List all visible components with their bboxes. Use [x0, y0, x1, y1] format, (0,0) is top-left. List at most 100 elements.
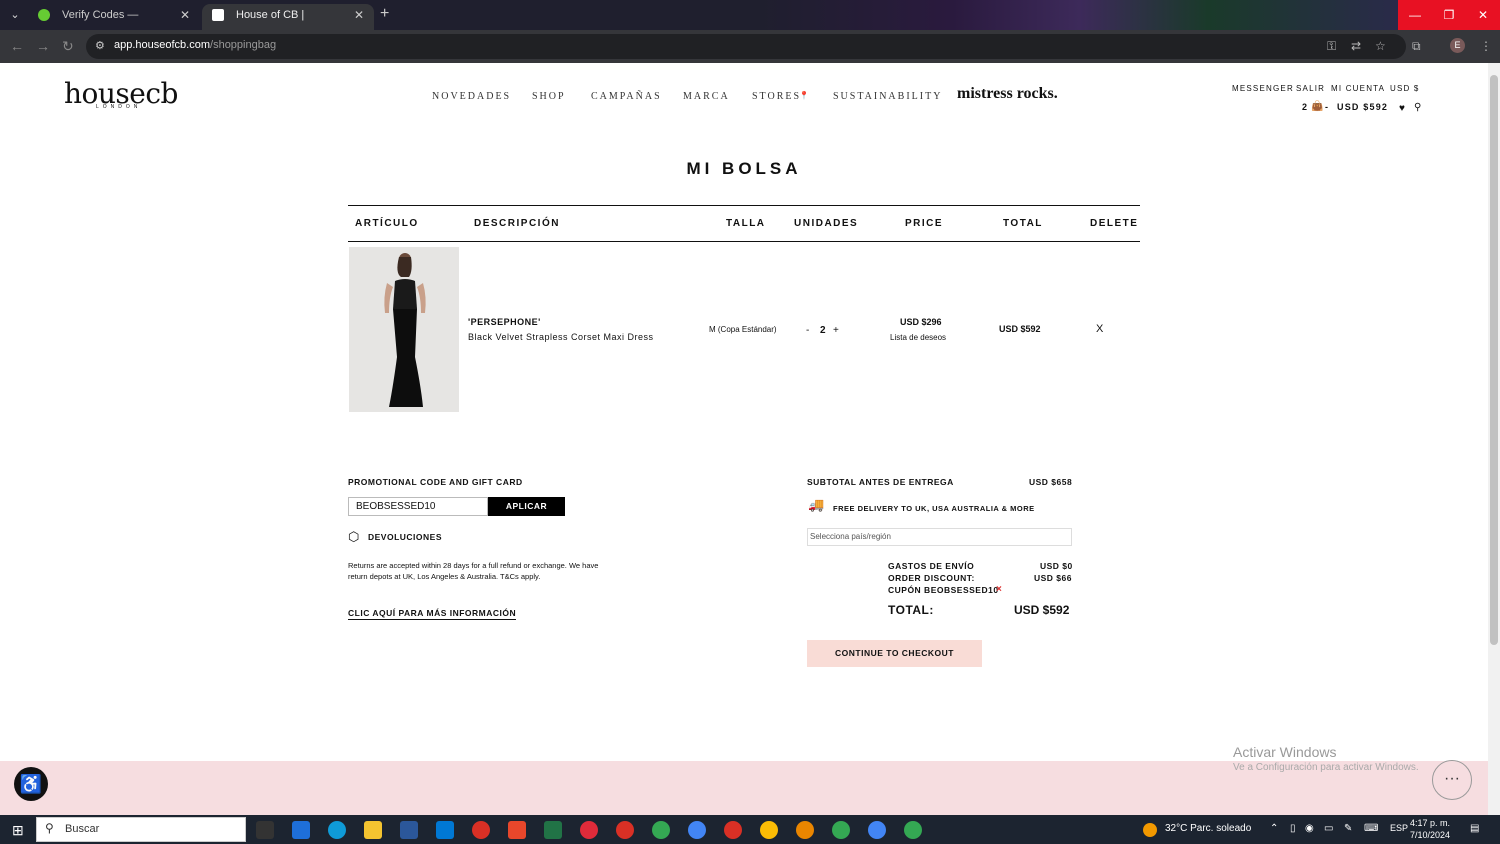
address-bar[interactable]: ⚙ app.houseofcb.com/shoppingbag [86, 34, 1406, 59]
cart-total[interactable]: USD $592 [1337, 102, 1388, 112]
chrome-icon[interactable] [472, 821, 490, 839]
returns-text: Returns are accepted within 28 days for … [348, 561, 599, 581]
header-article: ARTÍCULO [355, 218, 419, 229]
nav-shop[interactable]: SHOP [532, 91, 566, 102]
extensions-icon[interactable]: ⧉ [1412, 39, 1421, 54]
discount-label: ORDER DISCOUNT: [888, 573, 975, 583]
tray-display-icon[interactable]: ▭ [1324, 823, 1333, 834]
nav-stores[interactable]: STORES [752, 91, 801, 102]
link-messenger[interactable]: MESSENGER [1232, 84, 1294, 93]
apply-promo-button[interactable]: APLICAR [488, 497, 565, 516]
product-description: Black Velvet Strapless Corset Maxi Dress [468, 332, 654, 342]
header-total: TOTAL [1003, 218, 1043, 229]
wps-icon[interactable] [508, 821, 526, 839]
checkout-button[interactable]: CONTINUE TO CHECKOUT [807, 640, 982, 667]
scrollbar-thumb[interactable] [1490, 75, 1498, 645]
back-icon[interactable]: ← [10, 38, 24, 54]
link-mi-cuenta[interactable]: MI CUENTA [1331, 84, 1385, 93]
opera-icon[interactable] [580, 821, 598, 839]
chrome-profile-icon[interactable] [760, 821, 778, 839]
tray-device-icon[interactable]: ▯ [1290, 823, 1296, 834]
currency-selector[interactable]: USD $ [1390, 84, 1420, 93]
word-icon[interactable] [400, 821, 418, 839]
close-tab-icon[interactable]: ✕ [180, 4, 190, 26]
nav-mistress-rocks[interactable]: mistress rocks. [957, 85, 1058, 103]
minimize-icon[interactable]: — [1398, 0, 1432, 30]
close-window-icon[interactable]: ✕ [1466, 0, 1500, 30]
clock[interactable]: 4:17 p. m. 7/10/2024 [1410, 817, 1450, 841]
box-icon: ⬡ [348, 529, 360, 544]
password-key-icon[interactable]: ⚿ [1327, 39, 1336, 54]
header-description: DESCRIPCIÓN [474, 218, 560, 229]
weather-icon[interactable] [1143, 823, 1157, 837]
mail-icon[interactable] [436, 821, 454, 839]
chrome-profile-icon[interactable] [616, 821, 634, 839]
tab-bar-background [760, 0, 1400, 30]
cart-count[interactable]: 2 [1302, 102, 1308, 112]
product-name[interactable]: 'PERSEPHONE' [468, 317, 541, 327]
tab-search-icon[interactable]: ⌄ [6, 6, 24, 24]
heart-icon[interactable]: ♥ [1399, 103, 1405, 114]
close-tab-icon[interactable]: ✕ [354, 4, 364, 26]
remove-coupon-button[interactable]: × [996, 584, 1002, 595]
store-icon[interactable] [292, 821, 310, 839]
page-scrollbar[interactable] [1488, 63, 1500, 815]
chrome-profile-icon[interactable] [796, 821, 814, 839]
cart-bag-icon[interactable]: 👜 [1311, 101, 1323, 112]
promo-label: PROMOTIONAL CODE AND GIFT CARD [348, 477, 523, 487]
chrome-profile-icon[interactable] [868, 821, 886, 839]
accessibility-icon[interactable]: ♿ [14, 767, 48, 801]
tray-pen-icon[interactable]: ✎ [1344, 823, 1352, 834]
excel-icon[interactable] [544, 821, 562, 839]
language-indicator[interactable]: ESP [1390, 823, 1408, 833]
product-total: USD $592 [999, 324, 1041, 334]
taskbar-search[interactable]: ⚲ Buscar [36, 817, 246, 842]
profile-avatar[interactable]: E [1450, 38, 1465, 53]
more-info-link[interactable]: CLIC AQUÍ PARA MÁS INFORMACIÓN [348, 608, 517, 620]
delete-item-button[interactable]: X [1096, 323, 1103, 335]
tray-chevron-icon[interactable]: ⌃ [1270, 823, 1278, 834]
wishlist-link[interactable]: Lista de deseos [890, 333, 946, 342]
reload-icon[interactable]: ↻ [62, 38, 74, 55]
chrome-profile-icon[interactable] [904, 821, 922, 839]
edge-icon[interactable] [328, 821, 346, 839]
chrome-profile-icon[interactable] [688, 821, 706, 839]
bookmark-star-icon[interactable]: ☆ [1375, 39, 1386, 53]
browser-toolbar: ← → ↻ ⚙ app.houseofcb.com/shoppingbag ⚿ … [0, 30, 1500, 63]
simplycodes-favicon-icon [38, 9, 50, 21]
forward-icon[interactable]: → [36, 38, 50, 54]
promo-code-input[interactable] [348, 497, 488, 516]
tray-network-icon[interactable]: ◉ [1305, 823, 1314, 834]
product-image[interactable] [349, 247, 459, 412]
link-salir[interactable]: SALIR [1296, 84, 1325, 93]
chrome-profile-icon[interactable] [832, 821, 850, 839]
nav-novedades[interactable]: NOVEDADES [432, 91, 511, 102]
nav-sustainability[interactable]: SUSTAINABILITY [833, 91, 942, 102]
tray-keyboard-icon[interactable]: ⌨ [1364, 823, 1378, 834]
chrome-profile-icon[interactable] [652, 821, 670, 839]
country-select[interactable]: Selecciona país/región [807, 528, 1072, 546]
activate-windows-subtext: Ve a Configuración para activar Windows. [1233, 762, 1419, 773]
file-explorer-icon[interactable] [364, 821, 382, 839]
translate-icon[interactable]: ⇄ [1351, 39, 1361, 53]
qty-increase-button[interactable]: + [833, 325, 839, 336]
weather-text[interactable]: 32°C Parc. soleado [1165, 823, 1251, 834]
restore-icon[interactable]: ❐ [1432, 0, 1466, 30]
site-info-icon[interactable]: ⚙ [95, 39, 105, 52]
windows-start-icon[interactable]: ⊞ [12, 822, 24, 839]
chrome-profile-icon[interactable] [724, 821, 742, 839]
tab-simplycodes[interactable]: Verify Codes — SimplyCodes ✕ [28, 4, 200, 43]
nav-campanas[interactable]: CAMPAÑAS [591, 91, 662, 102]
qty-decrease-button[interactable]: - [806, 325, 809, 336]
search-icon[interactable]: ⚲ [1414, 102, 1421, 113]
chat-more-icon[interactable]: ··· [1432, 760, 1472, 800]
task-view-icon[interactable] [256, 821, 274, 839]
location-pin-icon: 📍 [799, 91, 809, 100]
new-tab-icon[interactable]: + [380, 5, 389, 23]
tab-houseofcb[interactable]: House of CB | Womenswear de ✕ [202, 4, 374, 43]
nav-marca[interactable]: MARCA [683, 91, 730, 102]
notifications-icon[interactable]: ▤ [1470, 823, 1479, 834]
page-title: MI BOLSA [686, 159, 802, 178]
menu-kebab-icon[interactable]: ⋮ [1480, 39, 1492, 53]
clock-time: 4:17 p. m. [1410, 818, 1451, 828]
